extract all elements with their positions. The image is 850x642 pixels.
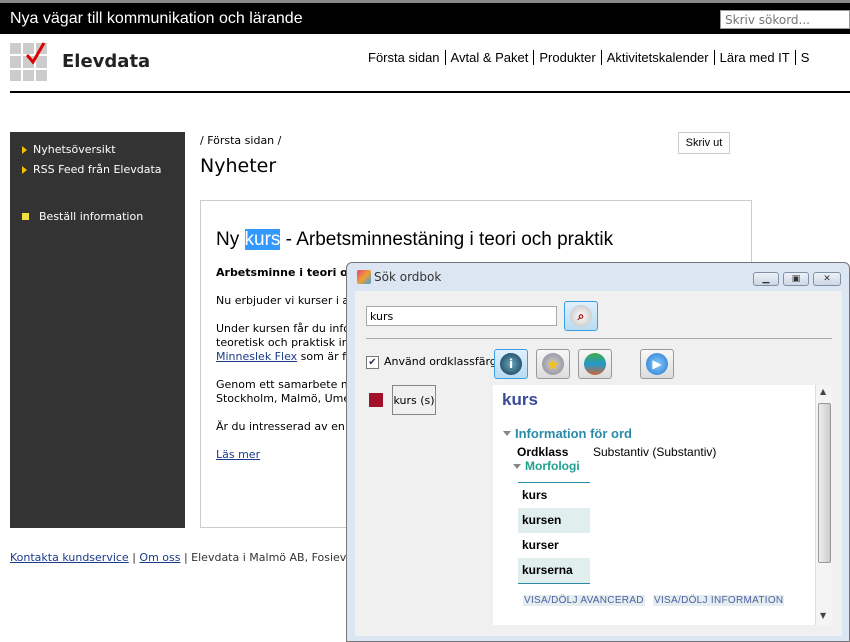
morphology-toggle[interactable]: Morfologi: [513, 459, 580, 473]
footer: Kontakta kundservice | Om oss | Elevdata…: [10, 551, 385, 564]
app-icon: [357, 270, 371, 284]
collapse-icon: [513, 463, 521, 469]
brand-name: Elevdata: [62, 51, 151, 72]
scroll-thumb[interactable]: [818, 403, 831, 563]
sidebar-item-nyhetsoversikt[interactable]: Nyhetsöversikt: [22, 143, 116, 156]
entry-panel: kurs Information för ord Ordklass Substa…: [493, 385, 815, 625]
checkmark-icon: [25, 42, 46, 65]
play-icon: ▶: [646, 353, 668, 375]
star-icon: ★: [542, 353, 564, 375]
minneslek-flex-link[interactable]: Minneslek Flex: [216, 350, 297, 363]
tagline: Nya vägar till kommunikation och lärande: [10, 10, 303, 27]
headword: kurs: [502, 390, 538, 409]
selected-text[interactable]: kurs: [244, 229, 281, 250]
toggle-info-link[interactable]: VISA/DÖLJ INFORMATION: [653, 595, 785, 606]
nav-more[interactable]: S: [794, 50, 815, 65]
scroll-up-icon: ▲: [820, 387, 827, 396]
form-row: kurser: [522, 538, 559, 552]
about-link[interactable]: Om oss: [139, 551, 180, 564]
arrow-icon: [22, 145, 27, 154]
dictionary-dialog: Sök ordbok ▁ ▣ ✕ ⌕ ✔ Använd ordklassfärg…: [346, 262, 850, 642]
sidebar-item-label: RSS Feed från Elevdata: [33, 163, 162, 176]
form-row: kursen: [518, 508, 590, 533]
article-paragraph: Är du intresserad av en ku: [216, 420, 362, 433]
square-bullet-icon: [22, 213, 29, 220]
article-subheading: Arbetsminne i teori och: [216, 266, 363, 279]
page-title: Nyheter: [200, 155, 277, 177]
nav-lara-med-it[interactable]: Lära med IT: [713, 50, 795, 65]
main-nav: Första sidan Avtal & Paket Produkter Akt…: [368, 50, 814, 65]
nav-forsta-sidan[interactable]: Första sidan: [368, 50, 445, 65]
info-section-toggle[interactable]: Information för ord: [503, 426, 632, 441]
morphology-table: kurs kursen kurser kurserna: [518, 482, 590, 584]
word-class-color-swatch: [369, 393, 383, 407]
dialog-body: ⌕ ✔ Använd ordklassfärg i ★ ▶ kurs (s) k…: [355, 291, 842, 636]
form-row: kurs: [522, 488, 548, 502]
article-paragraph: Nu erbjuder vi kurser i arbe: [216, 294, 368, 307]
contact-link[interactable]: Kontakta kundservice: [10, 551, 129, 564]
info-icon: i: [500, 353, 522, 375]
header-divider: [10, 91, 850, 93]
breadcrumb: / Första sidan /: [200, 134, 282, 147]
checkbox-label: Använd ordklassfärg: [384, 355, 497, 368]
word-class-color-checkbox[interactable]: ✔: [366, 356, 379, 369]
word-search-input[interactable]: [366, 306, 557, 326]
dialog-title: Sök ordbok: [374, 270, 442, 284]
info-button[interactable]: i: [494, 349, 528, 379]
play-button[interactable]: ▶: [640, 349, 674, 379]
result-word-chip[interactable]: kurs (s): [392, 385, 436, 415]
article-paragraph: Genom ett samarbete med: [216, 378, 366, 391]
print-button[interactable]: Skriv ut: [678, 132, 730, 154]
sidebar-item-label: Nyhetsöversikt: [33, 143, 116, 156]
ordklass-label: Ordklass: [517, 445, 569, 459]
form-row: kurserna: [518, 558, 590, 583]
sidebar-item-rss[interactable]: RSS Feed från Elevdata: [22, 163, 162, 176]
sidebar-item-bestall[interactable]: Beställ information: [22, 210, 143, 223]
favorite-button[interactable]: ★: [536, 349, 570, 379]
article-paragraph: Under kursen får du inform: [216, 322, 366, 335]
read-more-link[interactable]: Läs mer: [216, 448, 260, 462]
books-icon: [584, 353, 606, 375]
sidebar-item-label: Beställ information: [39, 210, 144, 223]
nav-produkter[interactable]: Produkter: [533, 50, 600, 65]
sidebar: Nyhetsöversikt RSS Feed från Elevdata Be…: [10, 132, 185, 528]
collapse-icon: [503, 431, 511, 436]
search-button[interactable]: ⌕: [564, 301, 598, 331]
minimize-button[interactable]: ▁: [753, 272, 779, 286]
close-button[interactable]: ✕: [813, 272, 841, 286]
books-button[interactable]: [578, 349, 612, 379]
nav-aktivitetskalender[interactable]: Aktivitetskalender: [600, 50, 714, 65]
scrollbar[interactable]: ▲ ▼: [815, 385, 832, 625]
magnifier-icon: ⌕: [570, 305, 592, 327]
arrow-icon: [22, 165, 27, 174]
site-search-input[interactable]: [720, 10, 850, 29]
separator: [366, 338, 832, 339]
maximize-button[interactable]: ▣: [783, 272, 809, 286]
nav-avtal-paket[interactable]: Avtal & Paket: [444, 50, 534, 65]
elevdata-logo[interactable]: [10, 42, 48, 81]
article-headline: Ny kurs - Arbetsminnestäning i teori och…: [216, 229, 614, 250]
ordklass-value: Substantiv (Substantiv): [593, 445, 717, 459]
scroll-down-icon: ▼: [820, 611, 827, 620]
toggle-advanced-link[interactable]: VISA/DÖLJ AVANCERAD: [523, 595, 645, 606]
